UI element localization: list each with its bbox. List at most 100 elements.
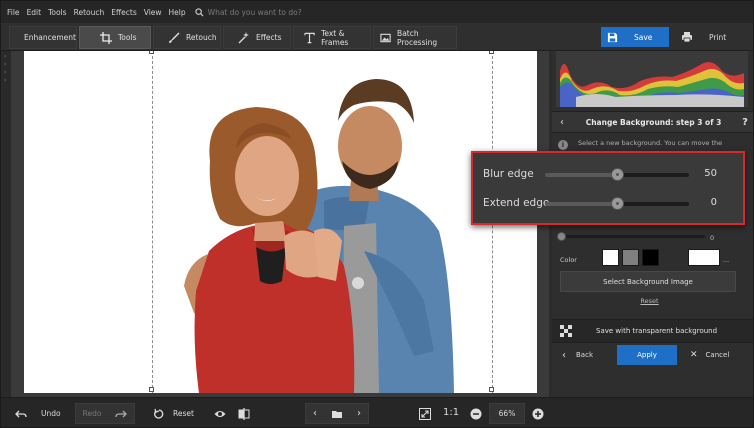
compare-button[interactable] [233,403,255,424]
text-icon [304,32,315,43]
tab-text-frames[interactable]: Text & Frames [293,26,371,49]
extend-edge-label: Extend edge [483,197,550,209]
zoom-level[interactable]: 66% [489,403,525,424]
select-background-image-button[interactable]: Select Background Image [560,271,736,292]
fit-screen-button[interactable] [415,403,435,424]
tab-label: Text & Frames [321,28,349,47]
preview-eye-button[interactable] [209,403,231,424]
swatch-black[interactable] [642,249,659,266]
apply-button[interactable]: Apply [617,345,677,365]
zoom-in-button[interactable] [529,403,547,424]
blur-edge-slider[interactable] [545,168,689,181]
tab-batch-processing[interactable]: Batch Processing [373,26,457,49]
undo-label: Undo [41,409,61,418]
tab-enhancement[interactable]: Enhancement [9,26,77,49]
next-image-button[interactable]: › [357,408,361,419]
crop-handle[interactable] [149,387,154,392]
reset-link[interactable]: Reset [552,297,747,305]
redo-icon [115,410,128,417]
chevron-right-icon: › [4,53,7,60]
tab-label: Tools [118,33,137,42]
crop-handle[interactable] [489,387,494,392]
extend-edge-knob[interactable] [611,197,624,210]
save-button[interactable]: Save [601,27,669,47]
slider-knob[interactable] [557,232,566,241]
extend-edge-value: 0 [710,197,717,208]
tab-label: Effects [256,33,282,42]
zoom-in-icon [532,408,544,419]
more-colors-button[interactable]: ... [723,256,729,264]
back-button[interactable]: ‹ Back [556,345,610,365]
redo-button[interactable]: Redo [75,403,135,424]
chevron-right-icon: › [4,61,7,68]
undo-icon [15,410,27,417]
menu-bar: File Edit Tools Retouch Effects View Hel… [1,1,753,23]
tab-tools[interactable]: Tools [79,26,151,49]
left-collapse-strip[interactable]: › › › › [1,51,11,397]
tab-label: Batch Processing [397,28,438,47]
menu-help[interactable]: Help [169,8,186,17]
zoom-out-icon [470,408,482,419]
main-toolbar: Enhancement Tools Retouch Effects Text &… [1,23,753,51]
crop-handle[interactable] [149,51,154,54]
menu-tools[interactable]: Tools [48,8,66,17]
chevron-left-icon: ‹ [562,349,566,361]
tab-retouch[interactable]: Retouch [153,26,221,49]
photo[interactable] [24,51,537,393]
extend-edge-fill [545,202,617,206]
blur-edge-label: Blur edge [483,168,534,180]
crop-guide-left [152,51,153,393]
crop-handle[interactable] [489,51,494,54]
tab-label: Retouch [186,33,217,42]
images-icon [380,33,391,42]
swatch-custom[interactable] [688,249,720,266]
color-label: Color [560,256,577,264]
save-label: Save [634,32,653,42]
rotate-left-icon [154,408,164,419]
image-canvas[interactable] [11,51,549,397]
edge-settings-callout: Blur edge 50 Extend edge 0 [471,151,745,225]
folder-icon[interactable] [331,408,343,420]
prev-image-button[interactable]: ‹ [313,408,317,419]
photo-editor-window: File Edit Tools Retouch Effects View Hel… [0,0,754,428]
print-label: Print [709,32,727,42]
extend-edge-slider[interactable] [545,197,689,210]
zoom-out-button[interactable] [467,403,485,424]
menu-edit[interactable]: Edit [27,8,42,17]
print-button[interactable]: Print [677,27,745,47]
blur-edge-fill [545,173,617,177]
swatch-white[interactable] [602,249,619,266]
undo-button[interactable]: Undo [9,403,69,424]
blur-edge-knob[interactable] [611,168,624,181]
swatch-gray[interactable] [622,249,639,266]
panel-header: ‹ Change Background: step 3 of 3 ? [552,111,753,133]
menu-retouch[interactable]: Retouch [74,8,105,17]
menu-view[interactable]: View [144,8,162,17]
menu-file[interactable]: File [7,8,20,17]
image-navigation: ‹ › [305,403,369,424]
tab-label: Enhancement [24,33,76,42]
menu-search [195,7,348,17]
chevron-right-icon: › [4,69,7,76]
cancel-button[interactable]: ✕ Cancel [682,345,748,365]
printer-icon [682,32,692,43]
save-transparent-label: Save with transparent background [596,327,718,335]
search-input[interactable] [207,7,348,17]
actual-size-button[interactable]: 1:1 [443,407,459,418]
save-transparent-button[interactable]: Save with transparent background [552,319,753,343]
chevron-left-icon[interactable]: ‹ [552,117,572,128]
eye-icon [214,410,226,417]
reset-label: Reset [173,409,194,418]
close-icon: ✕ [690,350,698,360]
reset-button[interactable]: Reset [149,403,201,424]
help-icon[interactable]: ? [735,117,753,128]
couple-photo [184,79,454,393]
menu-effects[interactable]: Effects [111,8,137,17]
crop-icon [100,31,112,44]
panel-title: Change Background: step 3 of 3 [585,117,722,127]
zoom-value: 66% [498,409,516,418]
back-label: Back [576,351,593,359]
tab-effects[interactable]: Effects [223,26,291,49]
redo-label: Redo [82,409,102,418]
background-slider[interactable] [557,232,705,241]
